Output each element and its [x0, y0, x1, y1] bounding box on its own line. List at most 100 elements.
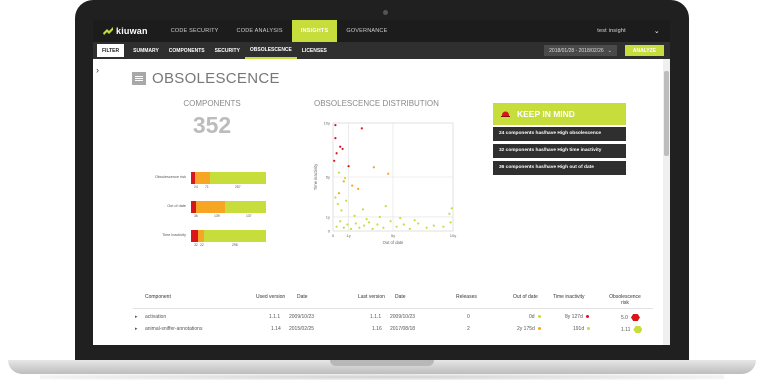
data-point — [432, 224, 435, 227]
data-point — [337, 171, 341, 174]
data-point — [384, 205, 387, 208]
data-point — [343, 176, 347, 180]
cell-risk: 1.11 — [621, 326, 643, 333]
keep-in-mind-item[interactable]: 32 components has/have High time inactiv… — [493, 144, 626, 158]
bar-tick: 32 — [194, 243, 198, 247]
cell-releases: 2 — [467, 326, 470, 332]
sub-nav: FILTER SUMMARY COMPONENTS SECURITY OBSOL… — [93, 42, 670, 59]
table-row[interactable]: ▸ animal-sniffer-annotations 1.14 2015/0… — [133, 326, 658, 336]
bar-segment-low — [224, 201, 266, 213]
data-point — [342, 226, 345, 229]
col-used-date[interactable]: Date — [297, 294, 308, 300]
keep-in-mind-item[interactable]: 36 components has/have High out of date — [493, 161, 626, 175]
x-tick-label: 0 — [332, 233, 335, 238]
data-point — [425, 226, 428, 229]
data-point — [349, 227, 353, 230]
bar-segment-high — [191, 230, 198, 242]
cell-used-version: 1.14 — [271, 326, 281, 332]
data-point — [395, 225, 398, 228]
data-point — [342, 180, 345, 183]
data-point — [361, 208, 365, 211]
nav-code-analysis[interactable]: CODE ANALYSIS — [228, 20, 292, 42]
data-point — [360, 127, 363, 130]
nav-governance[interactable]: GOVERNANCE — [337, 20, 396, 42]
data-point — [365, 218, 368, 221]
data-point — [402, 223, 405, 226]
data-point — [448, 212, 451, 215]
bar-tick: 22 — [200, 243, 204, 247]
nav-code-security[interactable]: CODE SECURITY — [162, 20, 228, 42]
data-point — [333, 159, 336, 162]
laptop-shadow — [40, 374, 724, 380]
data-point — [376, 223, 379, 226]
time-inactivity-bar[interactable] — [191, 230, 266, 242]
tab-security[interactable]: SECURITY — [210, 42, 245, 59]
col-obsolescence-risk[interactable]: Obsolescence risk — [605, 294, 645, 306]
nav-insights[interactable]: INSIGHTS — [291, 20, 338, 42]
table-row[interactable]: ▸ activation 1.1.1 2009/10/23 1.1.1 2009… — [133, 314, 658, 324]
data-point — [336, 202, 339, 206]
bar-segment-medium — [195, 201, 225, 213]
top-nav: kiuwan CODE SECURITY CODE ANALYSIS INSIG… — [93, 20, 670, 42]
col-releases[interactable]: Releases — [456, 294, 477, 300]
obsolescence-scatter-chart[interactable]: 0 1y 5y 10y 10y 5y 1y 0 Out of date Time inactivi… — [311, 111, 461, 261]
keep-in-mind-item[interactable]: 24 components has/have High obsolescence — [493, 127, 626, 141]
bar-label: Out of date — [167, 204, 186, 208]
user-menu[interactable]: test insight ⌄ — [597, 27, 660, 35]
data-point — [334, 137, 337, 140]
analyze-button[interactable]: ANALYZE — [624, 45, 664, 56]
obsolescence-risk-bar[interactable] — [191, 172, 266, 184]
tab-components[interactable]: COMPONENTS — [164, 42, 210, 59]
tab-obsolescence[interactable]: OBSOLESCENCE — [244, 42, 297, 59]
bar-segment-low — [203, 230, 266, 242]
out-of-date-bar[interactable] — [191, 201, 266, 213]
y-tick-label: 5y — [326, 175, 330, 180]
data-point — [341, 147, 344, 151]
data-point — [337, 192, 341, 195]
bar-segment-medium — [194, 172, 210, 184]
user-name: test insight — [597, 28, 626, 34]
col-last-date[interactable]: Date — [395, 294, 406, 300]
data-point — [399, 216, 402, 220]
status-dot — [537, 315, 541, 319]
bar-tick: 137 — [246, 214, 252, 218]
cell-used-version: 1.1.1 — [269, 314, 281, 320]
keep-in-mind-panel: KEEP IN MIND 24 components has/have High… — [493, 103, 626, 175]
data-point — [340, 209, 343, 212]
data-point — [351, 184, 354, 187]
scrollbar-thumb[interactable] — [664, 71, 669, 156]
cell-out-of-date: 2y 175d — [517, 326, 541, 332]
col-used-version[interactable]: Used version — [256, 294, 285, 300]
expand-sidebar-icon[interactable]: › — [96, 65, 99, 75]
date-range-select[interactable]: 2018/01/28 - 2018/02/26 ⌄ — [544, 45, 617, 56]
status-dot — [585, 315, 589, 319]
col-out-of-date[interactable]: Out of date — [513, 294, 538, 300]
data-point — [417, 222, 420, 225]
data-point — [378, 215, 381, 219]
expand-row-icon[interactable]: ▸ — [135, 326, 138, 332]
distribution-heading: OBSOLESCENCE DISTRIBUTION — [314, 99, 439, 108]
bar-tick: 257 — [235, 185, 241, 189]
tab-summary[interactable]: SUMMARY — [128, 42, 164, 59]
x-tick-label: 5y — [391, 233, 395, 238]
data-point — [367, 221, 371, 224]
cell-last-date: 2009/10/23 — [390, 314, 416, 320]
status-dot — [537, 327, 541, 331]
filter-button[interactable]: FILTER — [97, 44, 125, 57]
col-last-version[interactable]: Last version — [358, 294, 385, 300]
tab-licenses[interactable]: LICENSES — [297, 42, 332, 59]
logo-icon — [103, 27, 113, 35]
chevron-down-icon: ⌄ — [607, 47, 612, 54]
kiuwan-logo[interactable]: kiuwan — [103, 26, 148, 36]
cell-component: activation — [145, 314, 167, 320]
data-point — [354, 222, 357, 225]
cell-time-inactivity: 191d — [573, 326, 591, 332]
bar-label: Time inactivity — [162, 233, 186, 237]
col-component[interactable]: Component — [145, 294, 171, 300]
app-screen: kiuwan CODE SECURITY CODE ANALYSIS INSIG… — [93, 20, 670, 345]
col-time-inactivity[interactable]: Time inactivity — [553, 294, 585, 300]
data-point — [450, 207, 453, 210]
table-header: Component Used version Date Last version… — [133, 294, 658, 308]
expand-row-icon[interactable]: ▸ — [135, 314, 138, 320]
cell-used-date: 2009/10/23 — [289, 314, 315, 320]
